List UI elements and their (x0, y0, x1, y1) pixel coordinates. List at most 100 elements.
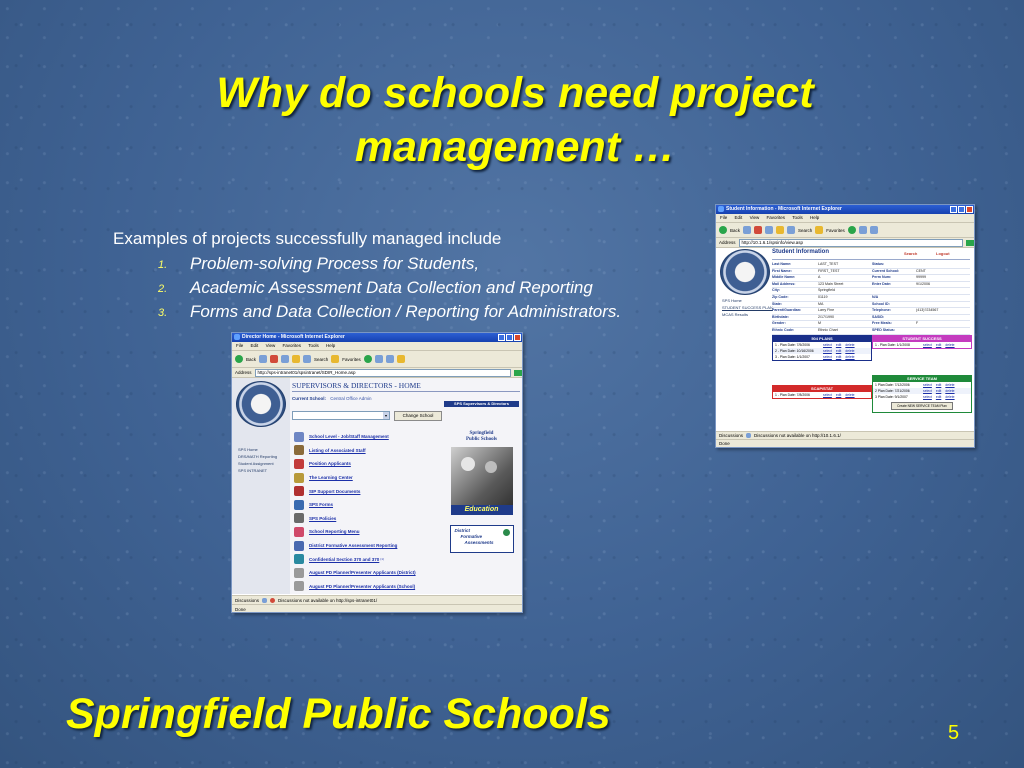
back-label[interactable]: Back (246, 357, 256, 362)
nav-link-label[interactable]: School Reporting Menu (309, 529, 360, 534)
plan-action-link[interactable]: delete (845, 354, 854, 360)
nav-link-label[interactable]: SIP Support Documents (309, 489, 360, 494)
refresh-icon[interactable] (765, 226, 774, 234)
nav-link-label[interactable]: Confidential Section 370 and 370 (309, 557, 379, 562)
menu-tools[interactable]: Tools (308, 343, 319, 348)
forward-icon[interactable] (259, 355, 268, 363)
folder-icon[interactable] (396, 355, 405, 363)
plan-action-link[interactable]: delete (945, 394, 954, 400)
back-label[interactable]: Back (730, 228, 740, 233)
stop-icon[interactable] (754, 226, 763, 234)
mail-icon[interactable] (374, 355, 383, 363)
discussions-button[interactable]: Discussions (235, 598, 259, 603)
menu-edit[interactable]: Edit (735, 215, 743, 220)
stop-icon[interactable] (270, 355, 279, 363)
nav-link-item[interactable]: SIP Support Documents (294, 484, 444, 498)
media-icon[interactable] (847, 226, 856, 234)
nav-link-item[interactable]: SPS Policies (294, 512, 444, 526)
maximize-button[interactable] (506, 334, 513, 341)
plan-action-link[interactable]: edit (936, 342, 941, 348)
close-button[interactable] (966, 206, 973, 213)
change-school-button[interactable]: Change School (394, 411, 442, 421)
plan-action-link[interactable]: select (823, 354, 832, 360)
print-icon[interactable] (869, 226, 878, 234)
print-icon[interactable] (385, 355, 394, 363)
minimize-button[interactable] (950, 206, 957, 213)
plan-action-link[interactable]: edit (936, 394, 941, 400)
plan-action-link[interactable]: select (923, 394, 932, 400)
create-plan-button[interactable]: Create NEW SERVICE TEAM Plan (891, 402, 953, 410)
plan-action-link[interactable]: select (923, 342, 932, 348)
go-button[interactable] (514, 369, 522, 376)
discuss-icon[interactable] (746, 433, 752, 438)
home-icon[interactable] (776, 226, 785, 234)
nav-link-label[interactable]: SPS Policies (309, 516, 336, 521)
nav-link-label[interactable]: August PD Planner/Presenter Applicants (… (309, 570, 416, 575)
favorites-icon[interactable] (331, 355, 340, 363)
nav-link-label[interactable]: Position Applicants (309, 461, 351, 466)
menu-view[interactable]: View (266, 343, 276, 348)
nav-link-item[interactable]: August PD Planner/Presenter Applicants (… (294, 580, 444, 594)
nav-link-item[interactable]: Confidential Section 370 and 370 (1) (294, 552, 444, 566)
search-icon[interactable] (303, 355, 312, 363)
maximize-button[interactable] (958, 206, 965, 213)
side-link[interactable]: DRS/MATH Reporting (238, 453, 277, 460)
menu-view[interactable]: View (750, 215, 760, 220)
discuss-icon[interactable] (262, 597, 268, 603)
close-button[interactable] (514, 334, 521, 341)
go-button[interactable] (966, 239, 974, 246)
back-icon[interactable] (235, 355, 243, 363)
plan-action-link[interactable]: edit (836, 354, 841, 360)
nav-link-label[interactable]: School Level - Job/Staff Management (309, 434, 389, 439)
logout-link[interactable]: Logout (936, 251, 950, 256)
nav-link-item[interactable]: School Level - Job/Staff Management (294, 430, 444, 444)
menu-help[interactable]: Help (326, 343, 335, 348)
nav-link-label[interactable]: August PD Planner/Presenter Applicants (… (309, 584, 415, 589)
forward-icon[interactable] (743, 226, 752, 234)
mail-icon[interactable] (858, 226, 867, 234)
search-link[interactable]: Search (904, 251, 917, 256)
side-link[interactable]: SPS INTRANET (238, 467, 277, 474)
nav-link-item[interactable]: August PD Planner/Presenter Applicants (… (294, 566, 444, 580)
menu-favorites[interactable]: Favorites (767, 215, 786, 220)
menu-file[interactable]: File (720, 215, 727, 220)
address-input[interactable]: http://10.1.6.1/spsinfo/view.asp (738, 238, 963, 247)
nav-link-item[interactable]: Position Applicants (294, 457, 444, 471)
nav-link-label[interactable]: District Formative Assessment Reporting (309, 543, 397, 548)
plan-action-link[interactable]: delete (945, 342, 954, 348)
back-icon[interactable] (719, 226, 727, 234)
nav-link-label[interactable]: The Learning Center (309, 475, 353, 480)
menu-file[interactable]: File (236, 343, 243, 348)
nav-link-item[interactable]: The Learning Center (294, 471, 444, 485)
side-link[interactable]: STUDENT SUCCESS PLAN (722, 304, 773, 311)
search-label[interactable]: Search (314, 357, 328, 362)
side-link[interactable]: SPS Home (722, 297, 773, 304)
plan-action-link[interactable]: select (823, 392, 832, 398)
search-label[interactable]: Search (798, 228, 812, 233)
side-link[interactable]: Student Assignment (238, 460, 277, 467)
nav-link-item[interactable]: School Reporting Menu (294, 525, 444, 539)
plan-action-link[interactable]: edit (836, 392, 841, 398)
menu-help[interactable]: Help (810, 215, 819, 220)
nav-link-item[interactable]: SPS Forms (294, 498, 444, 512)
discussions-button[interactable]: Discussions (719, 433, 743, 438)
nav-link-item[interactable]: District Formative Assessment Reporting (294, 539, 444, 553)
favorites-label[interactable]: Favorites (342, 357, 361, 362)
nav-link-item[interactable]: Listing of Associated Staff (294, 444, 444, 458)
menu-tools[interactable]: Tools (792, 215, 803, 220)
nav-link-label[interactable]: Listing of Associated Staff (309, 448, 366, 453)
favorites-icon[interactable] (815, 226, 824, 234)
address-input[interactable]: http://sps-intranet01/spsintranet/SDIR_H… (254, 368, 511, 377)
nav-link-label[interactable]: SPS Forms (309, 502, 333, 507)
refresh-icon[interactable] (281, 355, 290, 363)
media-icon[interactable] (363, 355, 372, 363)
field-value[interactable]: Ethnic Chart (818, 328, 872, 334)
favorites-label[interactable]: Favorites (826, 228, 845, 233)
minimize-button[interactable] (498, 334, 505, 341)
menu-favorites[interactable]: Favorites (283, 343, 302, 348)
search-icon[interactable] (787, 226, 796, 234)
side-link[interactable]: MCAS Results (722, 311, 773, 318)
plan-action-link[interactable]: delete (845, 392, 854, 398)
home-icon[interactable] (292, 355, 301, 363)
dfa-badge[interactable]: District Formative Assessments (449, 525, 514, 553)
